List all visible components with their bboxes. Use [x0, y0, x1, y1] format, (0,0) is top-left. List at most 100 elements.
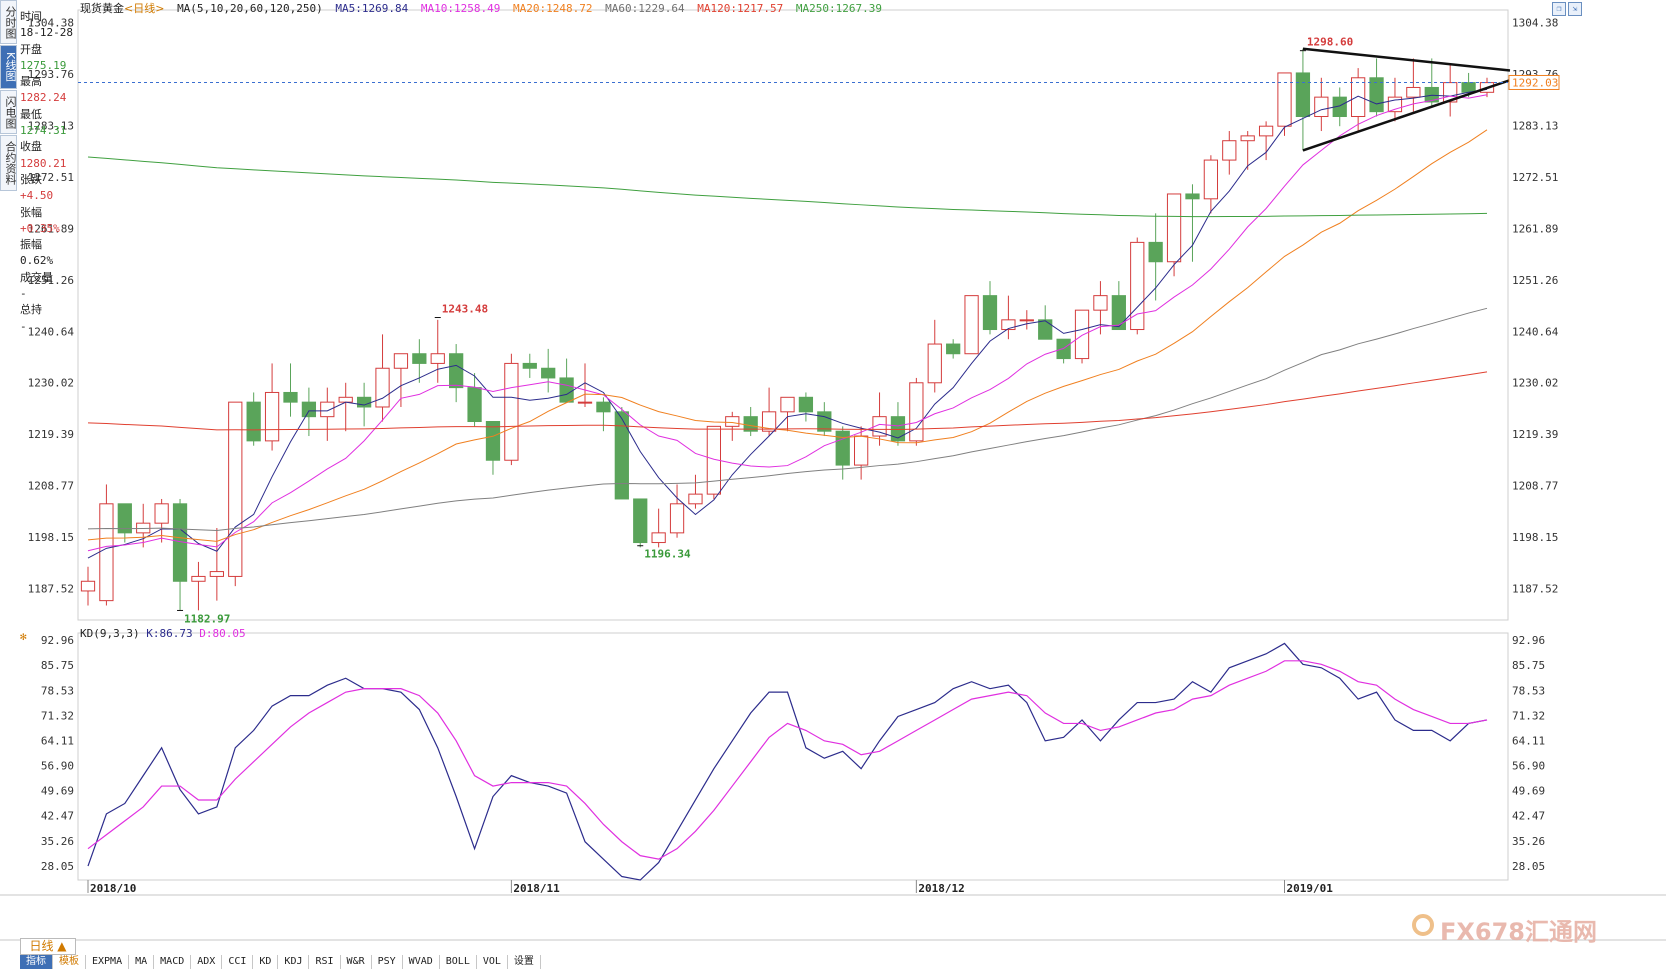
kd-d-line: [87, 660, 1488, 860]
kd-y-tick-left: 35.26: [41, 835, 74, 848]
candle-body: [1240, 135, 1255, 142]
candle-body: [412, 353, 427, 364]
watermark: FX678汇通网: [1440, 918, 1597, 946]
candle-body: [633, 498, 648, 544]
extreme-label: 1298.60: [1307, 36, 1353, 49]
ma120-legend: MA120:1217.57: [697, 2, 784, 15]
candle-body: [982, 295, 998, 331]
main-y-tick: 1219.39: [1512, 428, 1558, 441]
high-label: 最高: [20, 75, 42, 89]
kd-y-tick: 71.32: [1512, 709, 1545, 722]
candle-body: [946, 343, 961, 355]
kd-y-tick: 78.53: [1512, 684, 1545, 697]
oi-label: 总持: [20, 303, 42, 317]
candle-body: [835, 430, 850, 466]
ma10-line: [87, 94, 1488, 552]
ma60-legend: MA60:1229.64: [605, 2, 685, 15]
candle-body: [688, 493, 703, 505]
candle-body: [854, 435, 869, 466]
candle-body: [430, 353, 445, 364]
candle-body: [1277, 72, 1292, 127]
candle-body: [596, 401, 611, 413]
main-y-tick: 1251.26: [1512, 274, 1558, 287]
main-y-tick-left: 1198.15: [28, 531, 74, 544]
period-label: 日线: [29, 939, 54, 953]
candle-body: [1461, 82, 1476, 93]
candle-body: [320, 401, 335, 418]
open-label: 开盘: [20, 42, 42, 56]
amp-label: 振幅: [20, 238, 42, 252]
ma250-line: [87, 156, 1488, 218]
instrument-title: 现货黄金: [80, 2, 124, 15]
side-tab-kline[interactable]: K线图: [0, 45, 17, 89]
candle-body: [651, 532, 666, 544]
main-y-tick: 1283.13: [1512, 120, 1558, 133]
side-tab-timeshare[interactable]: 分时图: [0, 0, 17, 44]
extreme-label: 1196.34: [644, 548, 691, 561]
candle-body: [927, 343, 942, 384]
pct-value: +0.35%: [20, 221, 60, 235]
restore-icon[interactable]: ❐: [1552, 2, 1566, 16]
ma-legend: 现货黄金<日线> MA(5,10,20,60,120,250) MA5:1269…: [80, 1, 888, 17]
candle-body: [1222, 140, 1237, 161]
candle-body: [301, 401, 317, 418]
candle-body: [1093, 295, 1108, 311]
ma250-legend: MA250:1267.39: [795, 2, 883, 15]
extreme-label: 1243.48: [442, 303, 488, 316]
pct-label: 张幅: [20, 205, 42, 219]
kd-y-tick: 42.47: [1512, 810, 1545, 823]
candle-body: [780, 396, 795, 413]
kd-d-legend: D:80.05: [199, 627, 246, 640]
candle-body: [1166, 193, 1182, 263]
main-y-tick: 1187.52: [1512, 582, 1558, 595]
candle-body: [1406, 86, 1421, 98]
candle-body: [467, 387, 482, 423]
candle-body: [725, 416, 740, 427]
kd-y-tick: 49.69: [1512, 785, 1545, 798]
main-plot-frame: [77, 9, 1509, 621]
main-y-tick: 1261.89: [1512, 222, 1558, 235]
candle-body: [80, 580, 96, 592]
side-tab-flash[interactable]: 闪电图: [0, 90, 17, 134]
candle-body: [99, 503, 114, 602]
candle-body: [209, 571, 224, 577]
main-y-tick: 1230.02: [1512, 377, 1558, 390]
kd-y-tick-left: 49.69: [41, 785, 74, 798]
chart-canvas[interactable]: 1304.381304.381293.761293.761283.131283.…: [0, 0, 1666, 967]
low-label: 最低: [20, 107, 42, 121]
vol-label: 成交量: [20, 270, 53, 284]
candle-body: [283, 391, 298, 403]
ma5-legend: MA5:1269.84: [335, 2, 409, 15]
kd-y-tick: 56.90: [1512, 760, 1545, 773]
kd-settings-icon: ✻: [20, 630, 27, 643]
candle-body: [1203, 159, 1219, 200]
candle-body: [1038, 319, 1053, 340]
main-y-tick-left: 1230.02: [28, 377, 74, 390]
main-y-tick: 1240.64: [1512, 325, 1559, 338]
kd-y-tick: 35.26: [1512, 835, 1545, 848]
candle-body: [522, 362, 537, 369]
main-y-tick: 1272.51: [1512, 171, 1558, 184]
kd-params: KD(9,3,3): [80, 627, 140, 640]
side-tab-contract[interactable]: 合约资料: [0, 135, 17, 191]
main-y-tick: 1304.38: [1512, 17, 1558, 30]
extreme-label: 1182.97: [184, 612, 230, 625]
expand-icon[interactable]: ⇲: [1568, 2, 1582, 16]
ma20-legend: MA20:1248.72: [512, 2, 593, 15]
oi-value: -: [20, 319, 27, 333]
candle-body: [1258, 125, 1274, 137]
candle-body: [1314, 96, 1329, 118]
amp-value: 0.62%: [20, 254, 54, 268]
kd-y-tick: 28.05: [1512, 860, 1545, 873]
x-label: 2018/12: [918, 882, 964, 895]
candle-body: [890, 416, 906, 442]
candle-body: [246, 401, 261, 442]
candle-body: [449, 353, 464, 389]
kd-legend: KD(9,3,3) K:86.73 D:80.05: [80, 627, 246, 640]
close-value: 1280.21: [20, 156, 67, 170]
x-label: 2018/10: [90, 882, 136, 895]
kd-y-tick-left: 64.11: [41, 734, 74, 747]
x-label: 2019/01: [1287, 882, 1334, 895]
candle-body: [1074, 309, 1090, 360]
period-selector[interactable]: 日线 ▲: [20, 938, 76, 955]
